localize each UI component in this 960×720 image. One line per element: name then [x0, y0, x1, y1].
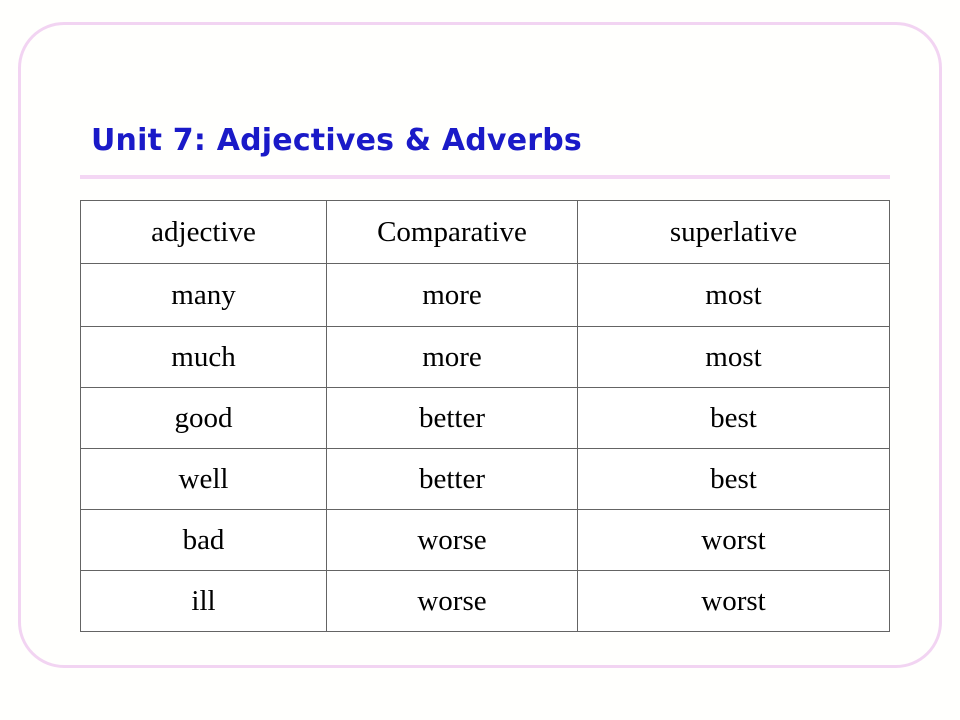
- table-body: many more most much more most good bette…: [80, 263, 890, 632]
- table-header: adjective Comparative superlative: [80, 200, 890, 264]
- cell-adjective: well: [80, 448, 327, 510]
- cell-superlative: most: [577, 263, 890, 327]
- cell-comparative: more: [326, 326, 578, 388]
- slide: Unit 7: Adjectives & Adverbs adjective C…: [0, 0, 960, 720]
- cell-adjective: ill: [80, 570, 327, 632]
- cell-superlative: best: [577, 448, 890, 510]
- cell-comparative: better: [326, 387, 578, 449]
- cell-comparative: more: [326, 263, 578, 327]
- column-header-adjective: adjective: [80, 200, 327, 264]
- column-header-comparative: Comparative: [326, 200, 578, 264]
- title-divider-rule: [80, 175, 890, 179]
- cell-comparative: worse: [326, 570, 578, 632]
- table-row: ill worse worst: [80, 570, 890, 632]
- table-row: well better best: [80, 448, 890, 510]
- page-title: Unit 7: Adjectives & Adverbs: [91, 123, 582, 158]
- table-header-row: adjective Comparative superlative: [80, 200, 890, 264]
- cell-adjective: good: [80, 387, 327, 449]
- table-row: many more most: [80, 263, 890, 327]
- cell-adjective: bad: [80, 509, 327, 571]
- title-block: Unit 7: Adjectives & Adverbs: [80, 118, 892, 179]
- cell-superlative: most: [577, 326, 890, 388]
- table-row: much more most: [80, 326, 890, 388]
- cell-superlative: worst: [577, 509, 890, 571]
- cell-comparative: worse: [326, 509, 578, 571]
- cell-comparative: better: [326, 448, 578, 510]
- table-row: bad worse worst: [80, 509, 890, 571]
- table-row: good better best: [80, 387, 890, 449]
- cell-superlative: best: [577, 387, 890, 449]
- cell-adjective: much: [80, 326, 327, 388]
- column-header-superlative: superlative: [577, 200, 890, 264]
- cell-adjective: many: [80, 263, 327, 327]
- irregular-comparison-table: adjective Comparative superlative many m…: [80, 200, 890, 632]
- comparison-table-container: adjective Comparative superlative many m…: [80, 200, 890, 632]
- cell-superlative: worst: [577, 570, 890, 632]
